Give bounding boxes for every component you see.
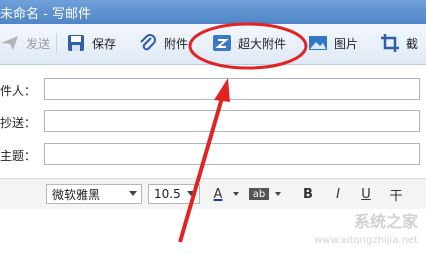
- to-label: 件人：: [0, 84, 37, 98]
- subject-label: 主题：: [0, 149, 37, 163]
- big-attachment-icon: [212, 33, 232, 53]
- crop-icon: [380, 33, 400, 53]
- attachment-label: 附件: [164, 36, 189, 51]
- font-family-value: 微软雅黑: [52, 187, 101, 202]
- bold-button[interactable]: B: [300, 186, 316, 202]
- compose-toolbar: 发送 保存 附件 超大附件 图片 截: [0, 24, 426, 65]
- big-attachment-button[interactable]: 超大附件: [212, 32, 286, 54]
- send-icon: [0, 33, 20, 53]
- save-icon: [66, 33, 86, 53]
- highlight-icon: ab: [252, 188, 266, 200]
- strikethrough-icon: 干: [389, 188, 403, 204]
- subject-field[interactable]: [44, 143, 420, 165]
- cc-field[interactable]: [44, 110, 420, 132]
- paperclip-icon: [138, 33, 158, 53]
- image-icon: [308, 33, 328, 53]
- to-field[interactable]: [44, 78, 420, 100]
- send-label: 发送: [26, 36, 51, 51]
- to-row: 件人：: [0, 78, 426, 102]
- cc-label: 抄送：: [0, 116, 37, 130]
- underline-button[interactable]: U: [358, 186, 374, 202]
- save-button[interactable]: 保存: [66, 32, 116, 54]
- text-color-button[interactable]: A: [210, 186, 226, 202]
- highlight-dropdown-icon[interactable]: [275, 192, 281, 196]
- watermark-url: www.xitongzhijia.net: [314, 235, 418, 246]
- screenshot-label: 截: [406, 36, 419, 51]
- bold-icon: B: [303, 186, 313, 202]
- send-button[interactable]: 发送: [0, 32, 50, 54]
- underline-icon: U: [361, 186, 371, 202]
- text-color-dropdown-icon[interactable]: [233, 192, 239, 196]
- format-toolbar: 微软雅黑 10.5 A ab B I U 干: [0, 178, 426, 210]
- image-label: 图片: [334, 36, 359, 51]
- window-titlebar: 未命名 - 写邮件: [0, 0, 426, 24]
- font-size-select[interactable]: 10.5: [148, 184, 200, 204]
- italic-button[interactable]: I: [330, 186, 346, 202]
- window-title: 未命名 - 写邮件: [0, 7, 91, 22]
- strikethrough-button[interactable]: 干: [388, 186, 404, 204]
- highlight-button[interactable]: ab: [249, 188, 269, 200]
- image-button[interactable]: 图片: [308, 32, 358, 54]
- subject-row: 主题：: [0, 143, 426, 167]
- italic-icon: I: [336, 186, 340, 202]
- chevron-down-icon: [129, 191, 137, 196]
- watermark-logo: 系统之家: [353, 212, 418, 231]
- save-label: 保存: [92, 36, 117, 51]
- attachment-button[interactable]: 附件: [138, 32, 188, 54]
- text-color-icon: A: [213, 186, 223, 202]
- toolbar-divider: [56, 33, 57, 53]
- cc-row: 抄送：: [0, 110, 426, 134]
- big-attachment-label: 超大附件: [238, 36, 287, 51]
- chevron-down-icon: [187, 191, 195, 196]
- font-size-value: 10.5: [154, 187, 181, 201]
- font-family-select[interactable]: 微软雅黑: [46, 184, 142, 204]
- screenshot-button[interactable]: 截: [380, 32, 418, 54]
